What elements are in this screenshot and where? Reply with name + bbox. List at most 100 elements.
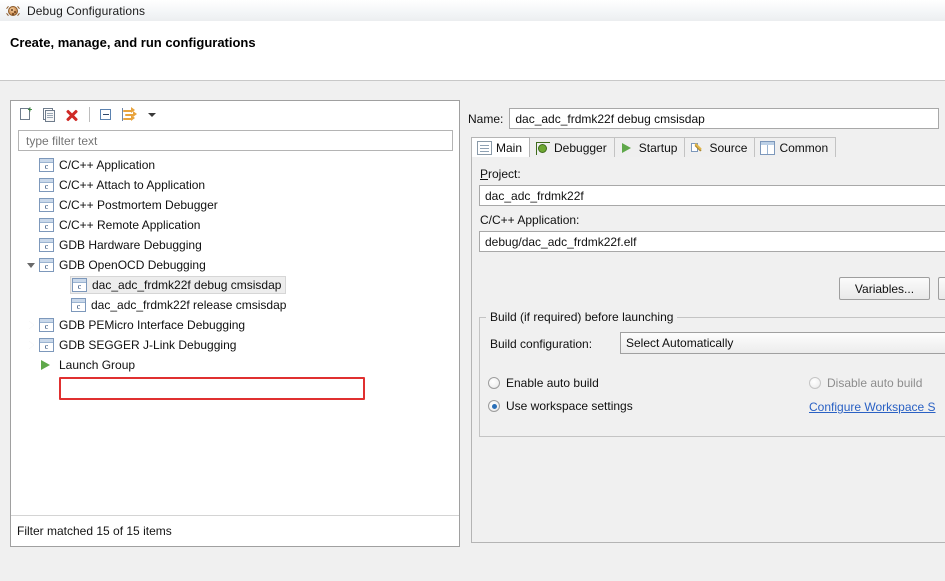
build-configuration-select[interactable]: Select Automatically <box>620 332 945 354</box>
tab-source[interactable]: Source <box>684 137 755 157</box>
tree-item[interactable]: cC/C++ Attach to Application <box>12 175 458 195</box>
launch-group-icon <box>39 358 54 372</box>
build-group-title: Build (if required) before launching <box>486 310 677 324</box>
tree-item-label: dac_adc_frdmk22f debug cmsisdap <box>92 278 281 292</box>
tab-label: Debugger <box>554 141 607 155</box>
tree-item-label: GDB Hardware Debugging <box>59 238 202 252</box>
c-config-icon: c <box>39 318 54 332</box>
configure-workspace-settings-link[interactable]: Configure Workspace S <box>809 400 945 414</box>
radio-disable-auto-build-label: Disable auto build <box>827 376 922 390</box>
expand-arrow-closed-icon[interactable] <box>24 335 38 355</box>
search-input[interactable] <box>24 133 452 149</box>
tree-item[interactable]: c GDB PEMicro Interface Debugging <box>12 315 458 335</box>
tree-item-label: C/C++ Attach to Application <box>59 178 205 192</box>
radio-dot <box>488 400 500 412</box>
c-config-icon: c <box>72 278 87 292</box>
tab-label: Startup <box>639 141 678 155</box>
delete-configuration-button[interactable] <box>61 105 83 125</box>
tree-item[interactable]: c dac_adc_frdmk22f debug cmsisdap <box>12 275 458 295</box>
filter-status-text: Filter matched 15 of 15 items <box>17 524 172 538</box>
collapse-all-button[interactable] <box>95 105 117 125</box>
tree-twisty-spacer <box>24 235 38 255</box>
tree-item-content: Launch Group <box>38 356 135 374</box>
radio-dot <box>488 377 500 389</box>
tab-label: Source <box>709 141 747 155</box>
page-title: Create, manage, and run configurations <box>10 35 256 50</box>
tree-item-label: C/C++ Application <box>59 158 155 172</box>
tree-item-label: GDB OpenOCD Debugging <box>59 258 206 272</box>
expand-arrow-closed-icon[interactable] <box>24 315 38 335</box>
tree-twisty-spacer <box>24 215 38 235</box>
tree-item[interactable]: cC/C++ Postmortem Debugger <box>12 195 458 215</box>
tree-item-content: c GDB OpenOCD Debugging <box>38 256 206 274</box>
tree-item-content: c GDB PEMicro Interface Debugging <box>38 316 245 334</box>
tree-item-label: GDB PEMicro Interface Debugging <box>59 318 245 332</box>
configurations-tree-panel: + <box>10 100 460 547</box>
name-input[interactable]: dac_adc_frdmk22f debug cmsisdap <box>509 108 939 129</box>
tree-twisty-spacer <box>24 355 38 375</box>
tree-item-label: GDB SEGGER J-Link Debugging <box>59 338 236 352</box>
copy-icon <box>42 107 56 122</box>
new-document-icon: + <box>19 107 33 122</box>
radio-enable-auto-build[interactable]: Enable auto build <box>488 376 599 390</box>
tree-item[interactable]: cC/C++ Application <box>12 155 458 175</box>
tree-item-label: C/C++ Postmortem Debugger <box>59 198 218 212</box>
tree-item[interactable]: Launch Group <box>12 355 458 375</box>
tab-strip: Main Debugger Startup Source Common <box>471 137 945 158</box>
tree-toolbar: + <box>11 101 459 128</box>
tab-startup[interactable]: Startup <box>614 137 686 157</box>
name-label: Name: <box>468 112 503 126</box>
filter-menu-dropdown[interactable] <box>141 105 163 125</box>
green-bug-icon <box>535 141 550 155</box>
tab-debugger[interactable]: Debugger <box>529 137 615 157</box>
application-input[interactable]: debug/dac_adc_frdmk22f.elf <box>479 231 945 252</box>
tree-item[interactable]: cGDB SEGGER J-Link Debugging <box>12 335 458 355</box>
tree-item[interactable]: c dac_adc_frdmk22f release cmsisdap <box>12 295 458 315</box>
duplicate-configuration-button[interactable] <box>38 105 60 125</box>
radio-disable-auto-build[interactable]: Disable auto build <box>809 376 922 390</box>
tab-common[interactable]: Common <box>754 137 836 157</box>
debug-bug-icon <box>5 3 21 19</box>
tree-item-content: c C/C++ Remote Application <box>38 216 200 234</box>
tree-item[interactable]: c C/C++ Remote Application <box>12 215 458 235</box>
search-project-button[interactable]: S <box>938 277 945 300</box>
radio-enable-auto-build-label: Enable auto build <box>506 376 599 390</box>
dialog-bottom-area <box>0 547 945 581</box>
new-configuration-button[interactable]: + <box>15 105 37 125</box>
tree-twisty-spacer <box>24 155 38 175</box>
c-config-icon: c <box>39 218 54 232</box>
filter-sort-button[interactable] <box>118 105 140 125</box>
build-configuration-label: Build configuration: <box>490 337 592 351</box>
tree-item-content: c dac_adc_frdmk22f debug cmsisdap <box>70 276 286 294</box>
c-config-icon: c <box>39 258 54 272</box>
radio-use-workspace-settings[interactable]: Use workspace settings <box>488 399 633 413</box>
tree-item[interactable]: c GDB OpenOCD Debugging <box>12 255 458 275</box>
c-config-icon: c <box>39 238 54 252</box>
tree-item-content: cGDB SEGGER J-Link Debugging <box>38 336 236 354</box>
toolbar-separator <box>89 107 90 122</box>
tree-item-content: c GDB Hardware Debugging <box>38 236 202 254</box>
project-input[interactable]: dac_adc_frdmk22f <box>479 185 945 206</box>
tree-item-label: dac_adc_frdmk22f release cmsisdap <box>91 298 286 312</box>
expand-arrow-open-icon[interactable] <box>24 255 38 275</box>
tree-item-content: c dac_adc_frdmk22f release cmsisdap <box>70 296 286 314</box>
dialog-banner: Create, manage, and run configurations <box>0 21 945 81</box>
filter-input-wrapper[interactable] <box>18 130 453 151</box>
application-label: C/C++ Application: <box>480 213 579 227</box>
tab-main[interactable]: Main <box>471 137 530 157</box>
project-label: Project: <box>480 167 521 181</box>
configuration-detail-panel: Name: dac_adc_frdmk22f debug cmsisdap Ma… <box>468 100 945 547</box>
radio-use-workspace-settings-label: Use workspace settings <box>506 399 633 413</box>
tree-item-content: cC/C++ Attach to Application <box>38 176 205 194</box>
delete-red-x-icon <box>65 108 79 122</box>
configurations-tree[interactable]: cC/C++ ApplicationcC/C++ Attach to Appli… <box>12 155 458 514</box>
variables-button[interactable]: Variables... <box>839 277 930 300</box>
tree-item-label: C/C++ Remote Application <box>59 218 200 232</box>
c-config-icon: c <box>71 298 86 312</box>
window-title: Debug Configurations <box>27 4 145 18</box>
document-icon <box>477 141 492 155</box>
tree-twisty-spacer <box>24 195 38 215</box>
main-tab-content: Project: dac_adc_frdmk22f C/C++ Applicat… <box>471 157 945 543</box>
tree-twisty-spacer <box>56 295 70 315</box>
tree-item[interactable]: c GDB Hardware Debugging <box>12 235 458 255</box>
